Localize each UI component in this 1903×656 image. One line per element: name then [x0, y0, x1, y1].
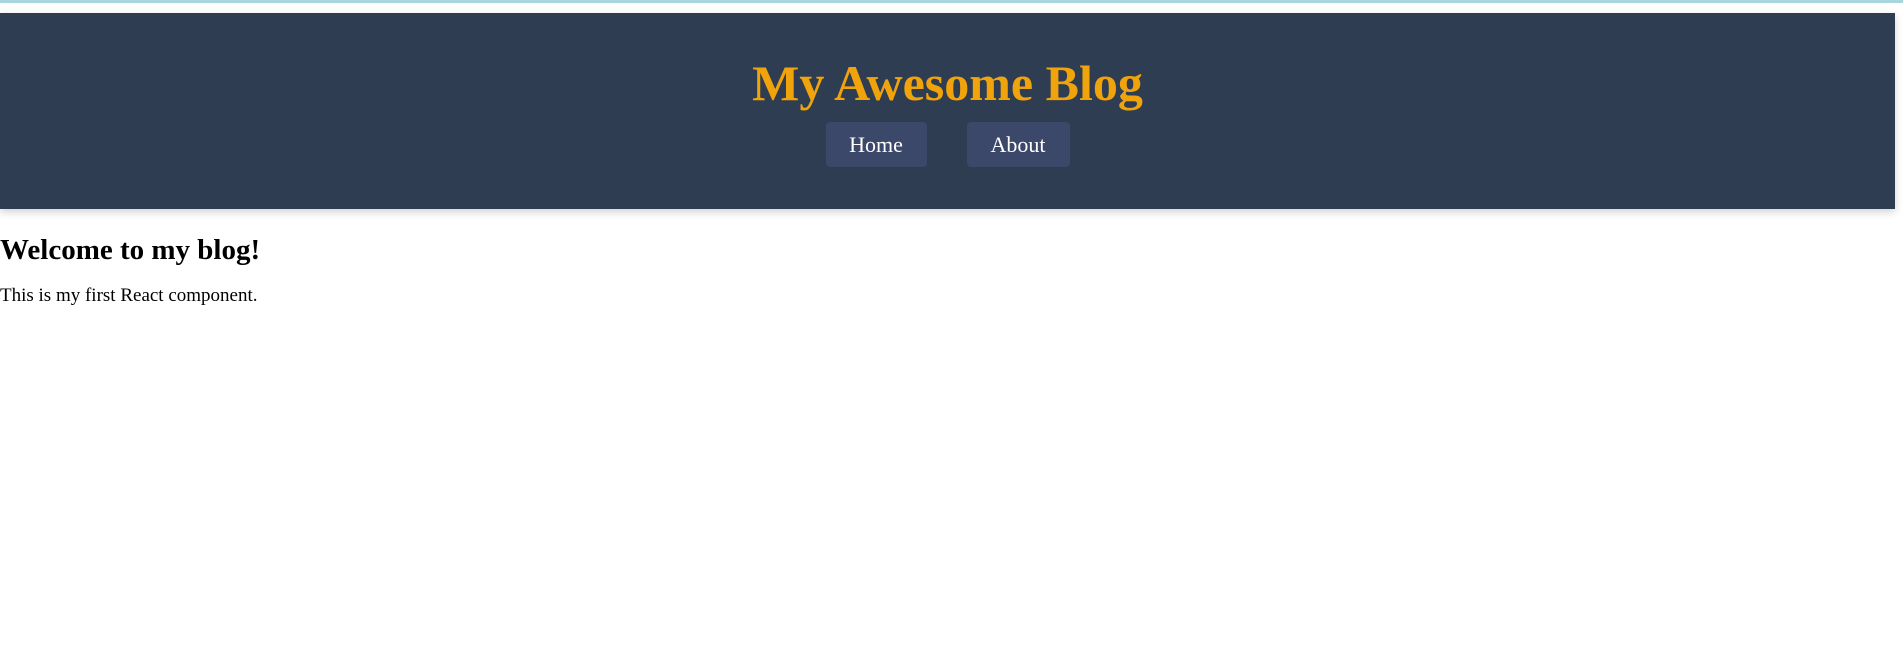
- intro-text: This is my first React component.: [0, 285, 258, 306]
- site-title: My Awesome Blog: [752, 55, 1143, 111]
- main-nav: Home About: [0, 122, 1895, 167]
- site-header: My Awesome Blog Home About: [0, 13, 1895, 209]
- nav-about-button[interactable]: About: [966, 122, 1070, 167]
- top-gap: [0, 3, 1903, 13]
- welcome-heading: Welcome to my blog!: [0, 234, 261, 266]
- nav-home-button[interactable]: Home: [825, 122, 927, 167]
- main-content: Welcome to my blog! This is my first Rea…: [0, 230, 260, 308]
